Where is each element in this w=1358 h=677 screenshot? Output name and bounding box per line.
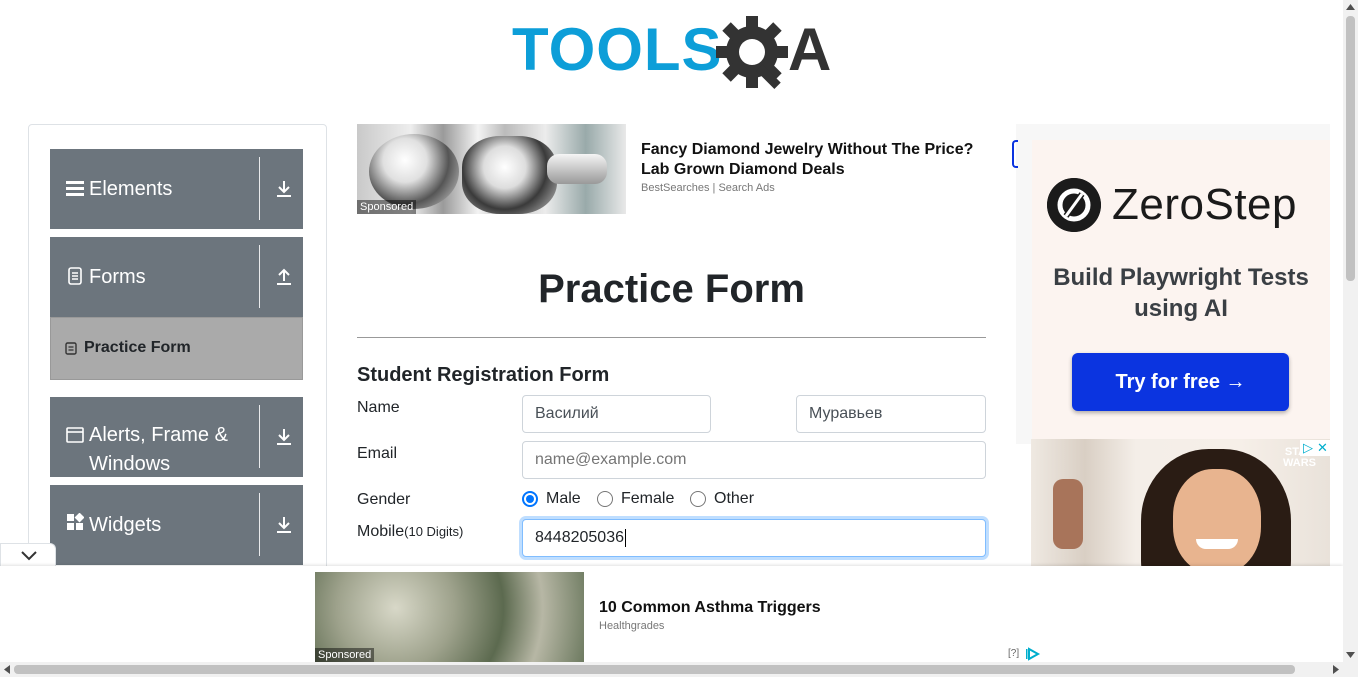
toolsqa-logo[interactable]: TOOLS A	[512, 14, 836, 92]
sidebar-group-label: Widgets	[89, 514, 162, 536]
menu-icon	[66, 181, 84, 196]
ad-edge	[1012, 140, 1018, 168]
ad-image-detail	[1173, 469, 1261, 569]
download-icon[interactable]	[275, 516, 293, 534]
scroll-right-arrow-icon[interactable]	[1333, 665, 1339, 674]
name-label: Name	[357, 399, 400, 416]
last-name-input[interactable]: Муравьев	[796, 395, 986, 433]
form-title: Student Registration Form	[357, 364, 610, 386]
ad-image-detail	[1196, 539, 1238, 549]
sponsored-label: Sponsored	[315, 648, 375, 662]
ad-image-detail	[547, 154, 607, 184]
ad-source: Healthgrades	[599, 620, 665, 632]
widgets-icon	[67, 513, 84, 530]
download-icon[interactable]	[275, 180, 293, 198]
logo-text-a: A	[788, 16, 831, 83]
ad-image-detail	[462, 136, 557, 214]
sidebar-group-forms[interactable]: Forms	[50, 237, 303, 317]
scroll-up-arrow-icon[interactable]	[1346, 4, 1355, 10]
email-label: Email	[357, 445, 398, 462]
zerostep-logo-icon	[1047, 178, 1101, 232]
radio-button[interactable]	[522, 491, 538, 507]
ad-banner-top[interactable]: Sponsored Fancy Diamond Jewelry Without …	[357, 124, 997, 214]
ad-headline[interactable]: Fancy Diamond Jewelry Without The Price?…	[641, 140, 991, 180]
sidebar-group-label: Forms	[89, 266, 146, 288]
sidebar-group-elements[interactable]: Elements	[50, 149, 303, 229]
gender-label: Gender	[357, 491, 411, 508]
email-input[interactable]: name@example.com	[522, 441, 986, 479]
radio-label[interactable]: Female	[621, 490, 674, 508]
vertical-scroll-thumb[interactable]	[1346, 16, 1355, 281]
sidebar: Elements Forms Practice Form Alerts, Fra…	[28, 124, 327, 584]
horizontal-scroll-thumb[interactable]	[14, 665, 1295, 674]
adchoices-icon[interactable]: ▷	[1303, 440, 1313, 456]
divider	[259, 157, 260, 220]
sidebar-item-practice-form[interactable]: Practice Form	[50, 317, 303, 380]
scroll-left-arrow-icon[interactable]	[4, 665, 10, 674]
download-icon[interactable]	[275, 428, 293, 446]
radio-label[interactable]: Male	[546, 490, 581, 508]
mobile-hint: (10 Digits)	[404, 524, 464, 539]
sidebar-group-label: Alerts, Frame &	[89, 424, 228, 446]
page: TOOLS A Elements Forms Practice Form Ale…	[0, 0, 1358, 677]
ad-image-detail	[369, 134, 459, 209]
text-caret	[624, 528, 626, 547]
ad-close-controls[interactable]: ▷ ✕	[1300, 440, 1330, 456]
window-icon	[66, 427, 84, 443]
sidebar-group-alerts[interactable]: Alerts, Frame & Windows	[50, 397, 303, 477]
ad-image-jewelry[interactable]: Sponsored	[357, 124, 626, 214]
page-title: Practice Form	[538, 267, 805, 311]
mobile-label: Mobile(10 Digits)	[357, 522, 463, 542]
divider	[259, 405, 260, 468]
zerostep-brand: ZeroStep	[1112, 180, 1297, 229]
adchoices-icon[interactable]	[1026, 647, 1042, 661]
ad-image-detail	[1053, 479, 1083, 549]
collapse-toggle[interactable]	[0, 543, 56, 568]
sidebar-item-label: Practice Form	[84, 339, 191, 356]
ad-image-mold[interactable]: Sponsored	[315, 572, 584, 662]
zerostep-tagline: Build Playwright Tests using AI	[1053, 264, 1309, 322]
ad-headline[interactable]: 10 Common Asthma Triggers	[599, 599, 821, 617]
mobile-value: 8448205036	[535, 529, 624, 546]
radio-label[interactable]: Other	[714, 490, 754, 508]
form-icon	[65, 342, 77, 355]
upload-icon[interactable]	[275, 268, 293, 286]
close-icon[interactable]: ✕	[1317, 440, 1328, 456]
ad-banner-bottom[interactable]: Sponsored 10 Common Asthma Triggers Heal…	[0, 566, 1343, 663]
radio-button[interactable]	[597, 491, 613, 507]
divider	[259, 245, 260, 308]
divider	[357, 337, 986, 338]
sidebar-group-label: Elements	[89, 178, 173, 200]
ad-info-link[interactable]: [?]	[1008, 648, 1019, 659]
sidebar-group-label-line2: Windows	[89, 453, 171, 475]
mobile-label-text: Mobile	[357, 523, 405, 540]
first-name-input[interactable]: Василий	[522, 395, 711, 433]
radio-button[interactable]	[690, 491, 706, 507]
divider	[259, 493, 260, 556]
logo-text-tools: TOOLS	[512, 16, 723, 83]
sidebar-group-widgets[interactable]: Widgets	[50, 485, 303, 565]
gear-icon	[716, 16, 788, 90]
document-icon	[68, 267, 82, 285]
try-for-free-button[interactable]: Try for free →	[1072, 353, 1289, 411]
chevron-down-icon	[21, 551, 37, 561]
ad-image-portrait[interactable]: STAR WARS	[1031, 439, 1330, 569]
ad-source: BestSearches | Search Ads	[641, 182, 775, 194]
mobile-input[interactable]: 8448205036	[522, 519, 986, 557]
sponsored-label: Sponsored	[357, 200, 417, 214]
scroll-down-arrow-icon[interactable]	[1346, 652, 1355, 658]
